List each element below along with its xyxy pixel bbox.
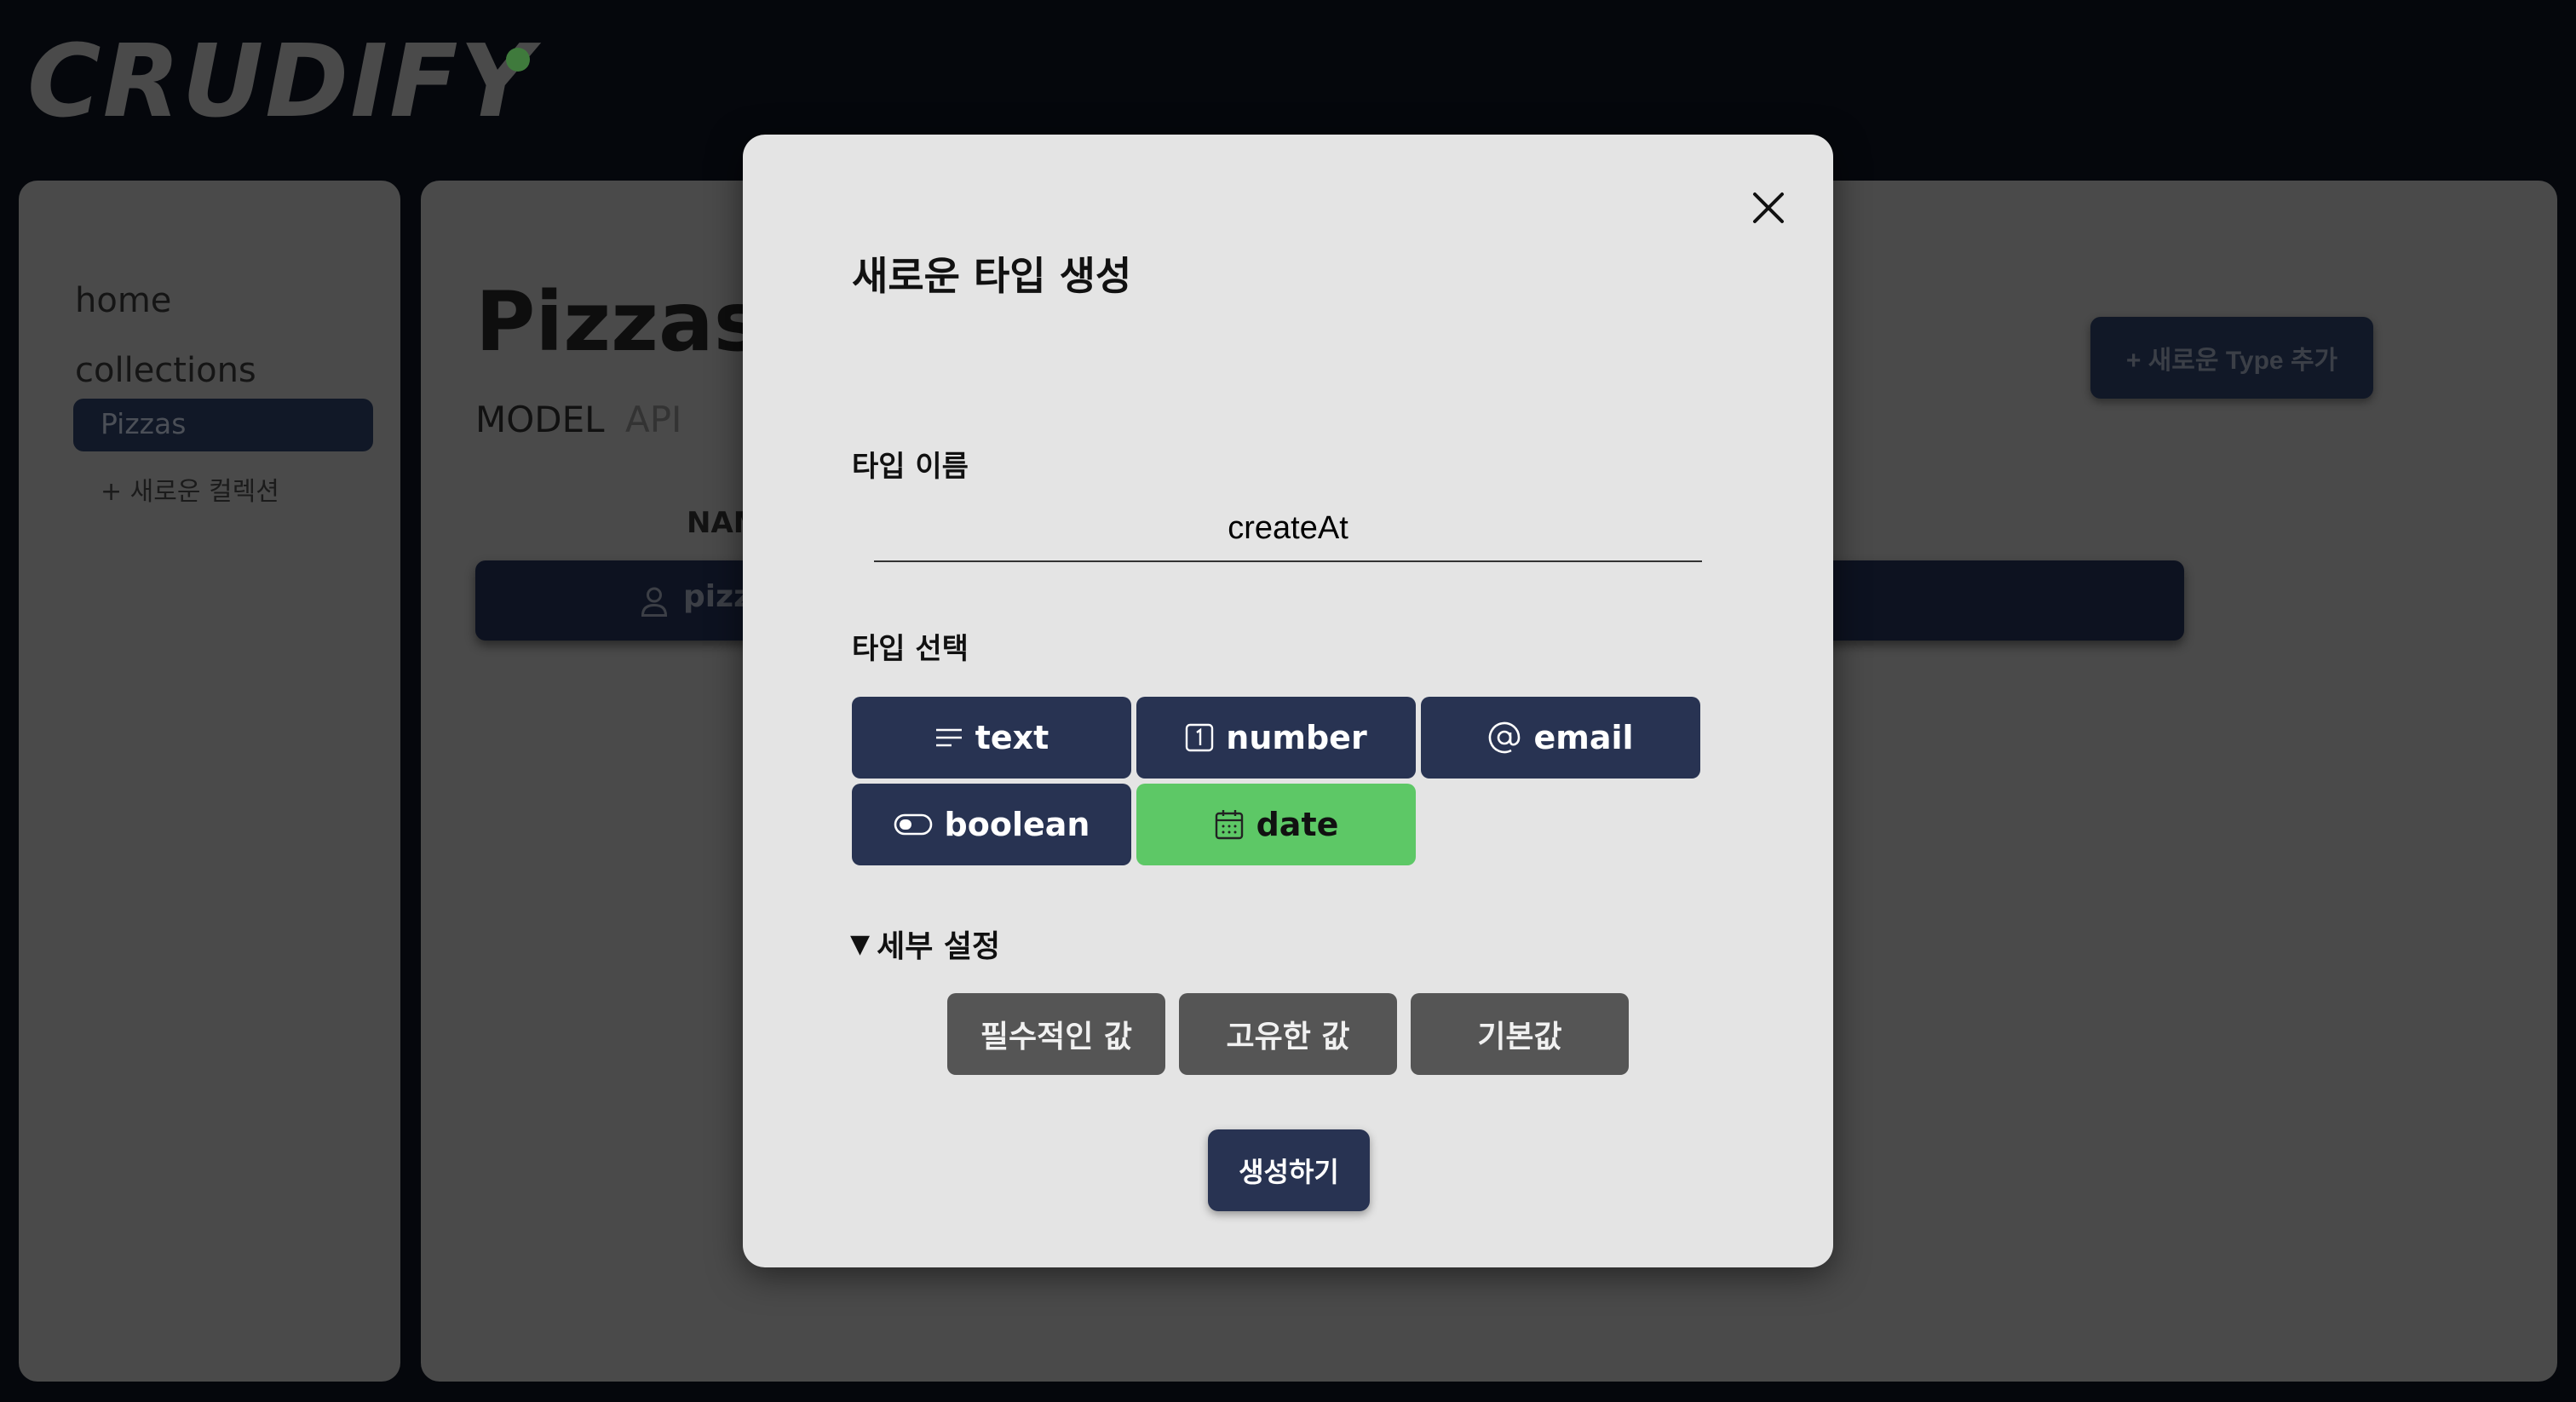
- close-icon: [1753, 192, 1784, 223]
- app-window: CRUDIFY home collections Pizzas + 새로운 컬렉…: [0, 0, 2576, 1402]
- details-label: 세부 설정: [877, 929, 1001, 964]
- type-option-text[interactable]: text: [852, 697, 1131, 779]
- type-option-boolean[interactable]: boolean: [852, 784, 1131, 865]
- default-value-button[interactable]: 기본값: [1411, 993, 1629, 1075]
- calendar-icon: [1215, 810, 1243, 840]
- type-name-input[interactable]: [874, 496, 1702, 562]
- type-option-date[interactable]: date: [1136, 784, 1416, 865]
- create-button[interactable]: 생성하기: [1208, 1129, 1370, 1211]
- lines-icon: [935, 728, 962, 747]
- type-select-label: 타입 선택: [852, 632, 969, 666]
- toggle-icon: [894, 813, 932, 836]
- type-option-label: boolean: [944, 806, 1090, 843]
- create-type-modal: 새로운 타입 생성 타입 이름 타입 선택 text number: [743, 135, 1833, 1267]
- type-option-number[interactable]: number: [1136, 697, 1416, 779]
- unique-value-button[interactable]: 고유한 값: [1179, 993, 1397, 1075]
- number-box-icon: [1186, 723, 1214, 752]
- type-option-label: date: [1256, 806, 1339, 843]
- type-option-label: email: [1533, 719, 1634, 756]
- required-value-button[interactable]: 필수적인 값: [947, 993, 1165, 1075]
- type-name-label: 타입 이름: [852, 450, 969, 484]
- details-toggle[interactable]: ▼ 세부 설정: [850, 922, 1000, 966]
- at-icon: [1489, 721, 1521, 754]
- close-button[interactable]: [1743, 182, 1794, 233]
- type-option-label: number: [1226, 719, 1367, 756]
- modal-title: 새로운 타입 생성: [852, 253, 1132, 299]
- type-option-email[interactable]: email: [1421, 697, 1700, 779]
- type-option-label: text: [975, 719, 1049, 756]
- triangle-down-icon: ▼: [850, 928, 871, 959]
